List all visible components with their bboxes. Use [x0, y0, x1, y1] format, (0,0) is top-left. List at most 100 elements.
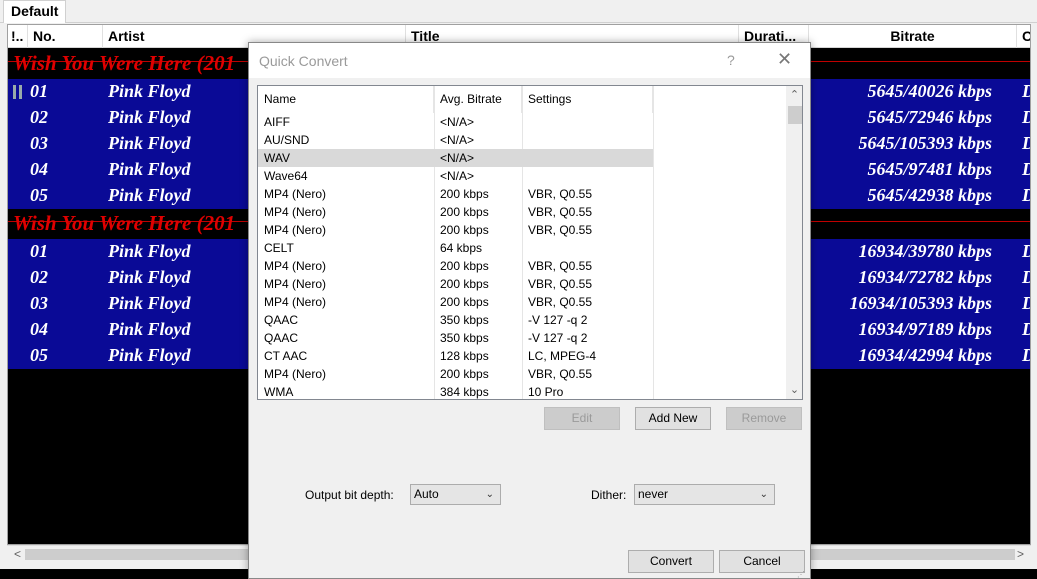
column-bitrate[interactable]: Bitrate	[809, 25, 1017, 48]
column-name[interactable]: Name	[258, 86, 434, 113]
dialog-titlebar: Quick Convert ? ✕	[249, 43, 810, 78]
track-codec: D	[1022, 185, 1030, 206]
output-bit-depth-value: Auto	[414, 487, 439, 501]
list-item[interactable]: MP4 (Nero) 200 kbps VBR, Q0.55	[258, 293, 653, 311]
column-divider	[653, 86, 654, 399]
preset-name: WAV	[264, 151, 290, 165]
app-window: Default !.. No. Artist Title Durati... B…	[0, 0, 1037, 579]
chevron-down-icon: ⌄	[485, 489, 494, 500]
column-status[interactable]: !..	[8, 25, 28, 48]
pause-icon	[13, 85, 23, 99]
quick-convert-dialog: Quick Convert ? ✕ Name Avg. Bitrate Sett…	[248, 42, 811, 579]
close-icon[interactable]: ✕	[777, 49, 792, 70]
track-bitrate: 16934/72782 kbps	[858, 267, 992, 287]
track-bitrate: 5645/40026 kbps	[867, 81, 992, 101]
preset-settings: 10 Pro	[528, 385, 564, 399]
help-icon[interactable]: ?	[727, 52, 735, 68]
dialog-title: Quick Convert	[259, 53, 348, 69]
list-item[interactable]: MP4 (Nero) 200 kbps VBR, Q0.55	[258, 221, 653, 239]
list-item[interactable]: QAAC 350 kbps -V 127 -q 2	[258, 311, 653, 329]
track-artist: Pink Floyd	[108, 319, 191, 339]
preset-list-scrollbar[interactable]: ⌃ ⌄	[786, 86, 802, 399]
output-bit-depth-select[interactable]: Auto ⌄	[410, 484, 501, 505]
column-number[interactable]: No.	[28, 25, 103, 48]
list-item[interactable]: AIFF <N/A>	[258, 113, 653, 131]
scroll-right-icon[interactable]: >	[1012, 546, 1029, 563]
column-settings[interactable]: Settings	[522, 86, 653, 113]
resize-grip-icon[interactable]: ⋰	[797, 570, 807, 579]
track-bitrate: 16934/39780 kbps	[858, 241, 992, 261]
track-artist: Pink Floyd	[108, 241, 191, 261]
preset-settings: VBR, Q0.55	[528, 259, 593, 273]
track-number: 01	[30, 241, 48, 261]
preset-bitrate: 350 kbps	[440, 331, 489, 345]
track-number: 04	[30, 319, 48, 339]
track-artist: Pink Floyd	[108, 267, 191, 287]
preset-list[interactable]: Name Avg. Bitrate Settings AIFF <N/A> AU/S…	[257, 85, 803, 400]
preset-settings: VBR, Q0.55	[528, 277, 593, 291]
track-bitrate: 16934/42994 kbps	[858, 345, 992, 365]
scroll-up-icon[interactable]: ⌃	[786, 87, 802, 104]
scroll-thumb[interactable]	[788, 106, 802, 124]
list-item[interactable]: AU/SND <N/A>	[258, 131, 653, 149]
preset-bitrate: 200 kbps	[440, 205, 489, 219]
preset-name: AIFF	[264, 115, 290, 129]
preset-name: MP4 (Nero)	[264, 295, 327, 309]
list-item[interactable]: CELT 64 kbps	[258, 239, 653, 257]
list-item[interactable]: MP4 (Nero) 200 kbps VBR, Q0.55	[258, 185, 653, 203]
list-item[interactable]: WAV <N/A>	[258, 149, 653, 167]
preset-bitrate: 64 kbps	[440, 241, 483, 255]
preset-name: QAAC	[264, 331, 299, 345]
list-item[interactable]: Wave64 <N/A>	[258, 167, 653, 185]
preset-name: AU/SND	[264, 133, 310, 147]
list-item[interactable]: WMA 384 kbps 10 Pro	[258, 383, 653, 399]
track-codec: D	[1022, 81, 1030, 102]
preset-bitrate: 200 kbps	[440, 187, 489, 201]
track-number: 01	[30, 81, 48, 101]
preset-settings: VBR, Q0.55	[528, 223, 593, 237]
preset-bitrate: <N/A>	[440, 133, 475, 147]
scroll-down-icon[interactable]: ⌄	[786, 382, 802, 399]
track-number: 02	[30, 267, 48, 287]
track-number: 03	[30, 293, 48, 313]
track-number: 05	[30, 345, 48, 365]
preset-name: CT AAC	[264, 349, 308, 363]
preset-bitrate: 128 kbps	[440, 349, 489, 363]
group-title: Wish You Were Here (201	[13, 211, 236, 235]
preset-bitrate: 200 kbps	[440, 223, 489, 237]
remove-button[interactable]: Remove	[726, 407, 802, 430]
column-codec[interactable]: C	[1017, 25, 1030, 48]
list-item[interactable]: CT AAC 128 kbps LC, MPEG-4	[258, 347, 653, 365]
list-item[interactable]: MP4 (Nero) 200 kbps VBR, Q0.55	[258, 275, 653, 293]
column-avg-bitrate[interactable]: Avg. Bitrate	[434, 86, 522, 113]
track-bitrate: 5645/105393 kbps	[858, 133, 992, 153]
preset-settings: VBR, Q0.55	[528, 187, 593, 201]
track-bitrate: 16934/105393 kbps	[849, 293, 992, 313]
list-item[interactable]: MP4 (Nero) 200 kbps VBR, Q0.55	[258, 365, 653, 383]
tab-default[interactable]: Default	[3, 0, 67, 23]
scroll-left-icon[interactable]: <	[9, 546, 26, 563]
list-item[interactable]: MP4 (Nero) 200 kbps VBR, Q0.55	[258, 257, 653, 275]
track-number: 05	[30, 185, 48, 205]
dither-label: Dither:	[591, 488, 627, 502]
track-artist: Pink Floyd	[108, 159, 191, 179]
track-artist: Pink Floyd	[108, 133, 191, 153]
dither-select[interactable]: never ⌄	[634, 484, 775, 505]
convert-button[interactable]: Convert	[628, 550, 714, 573]
edit-button[interactable]: Edit	[544, 407, 620, 430]
cancel-button[interactable]: Cancel	[719, 550, 805, 573]
preset-name: QAAC	[264, 313, 299, 327]
list-item[interactable]: MP4 (Nero) 200 kbps VBR, Q0.55	[258, 203, 653, 221]
track-codec: D	[1022, 267, 1030, 288]
preset-bitrate: 200 kbps	[440, 367, 489, 381]
preset-bitrate: 200 kbps	[440, 259, 489, 273]
track-codec: D	[1022, 133, 1030, 154]
track-bitrate: 16934/97189 kbps	[858, 319, 992, 339]
preset-bitrate: 350 kbps	[440, 313, 489, 327]
add-new-button[interactable]: Add New	[635, 407, 711, 430]
list-item[interactable]: QAAC 350 kbps -V 127 -q 2	[258, 329, 653, 347]
tab-bar: Default	[0, 0, 1037, 23]
preset-name: MP4 (Nero)	[264, 205, 327, 219]
preset-name: WMA	[264, 385, 294, 399]
preset-settings: VBR, Q0.55	[528, 205, 593, 219]
